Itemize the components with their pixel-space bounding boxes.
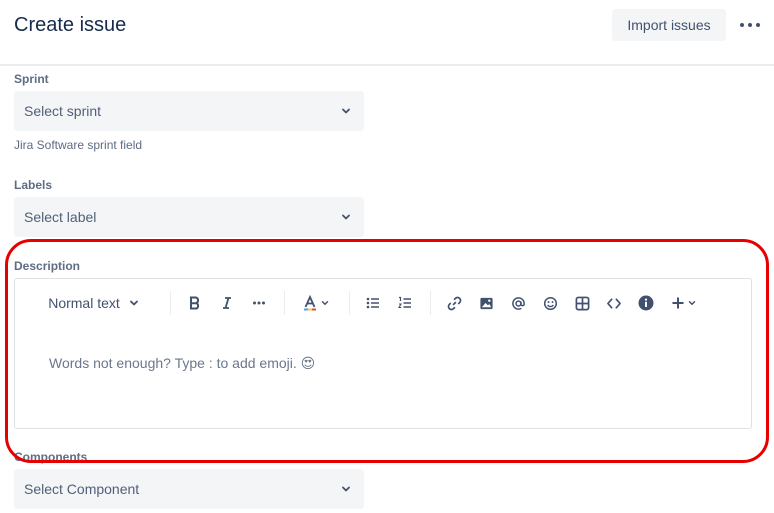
more-formatting-icon[interactable] [247,291,271,315]
components-label: Components [14,450,88,464]
sprint-helper-text: Jira Software sprint field [14,138,143,152]
toolbar-divider [349,291,350,315]
page-header: Create issue Import issues [0,0,774,66]
emoji-icon[interactable] [538,291,562,315]
sprint-label: Sprint [14,72,49,86]
chevron-down-icon [129,300,138,306]
italic-icon[interactable] [215,291,239,315]
sprint-select[interactable]: Select sprint [14,91,364,131]
info-icon[interactable] [634,291,658,315]
heart-eyes-emoji: 😍 [300,355,316,371]
labels-select-value: Select label [24,209,97,225]
toolbar-divider [284,291,285,315]
image-icon[interactable] [474,291,498,315]
chevron-down-icon [688,301,696,305]
more-actions-icon[interactable] [736,13,764,37]
description-editor[interactable]: Normal text Words not enough? Type: to … [14,278,752,429]
editor-placeholder: Words not enough? Type : to add emoji. 😍 [49,354,315,372]
page-title: Create issue [14,14,127,36]
sprint-select-value: Select sprint [24,103,102,119]
numbered-list-icon[interactable] [393,291,417,315]
import-issues-button[interactable]: Import issues [612,9,726,41]
components-select-value: Select Component [24,481,140,497]
mention-icon[interactable] [506,291,530,315]
chevron-down-icon [321,301,329,305]
bullet-list-icon[interactable] [361,291,385,315]
text-style-label: Normal text [48,295,120,311]
toolbar-divider [430,291,431,315]
code-icon[interactable] [602,291,626,315]
link-icon[interactable] [442,291,466,315]
editor-toolbar: Normal text [15,279,751,327]
table-icon[interactable] [570,291,594,315]
components-select[interactable]: Select Component [14,469,364,509]
bold-icon[interactable] [183,291,207,315]
labels-label: Labels [14,178,53,192]
text-style-dropdown[interactable]: Normal text [39,291,149,315]
toolbar-divider [170,291,171,315]
insert-plus-icon[interactable] [666,291,702,315]
placeholder-text: Words not enough? Type : to add emoji. [49,355,297,371]
text-color-icon[interactable] [299,291,333,315]
chevron-down-icon [342,214,350,220]
description-label: Description [14,259,81,273]
chevron-down-icon [342,108,350,114]
labels-select[interactable]: Select label [14,197,364,237]
chevron-down-icon [342,486,350,492]
